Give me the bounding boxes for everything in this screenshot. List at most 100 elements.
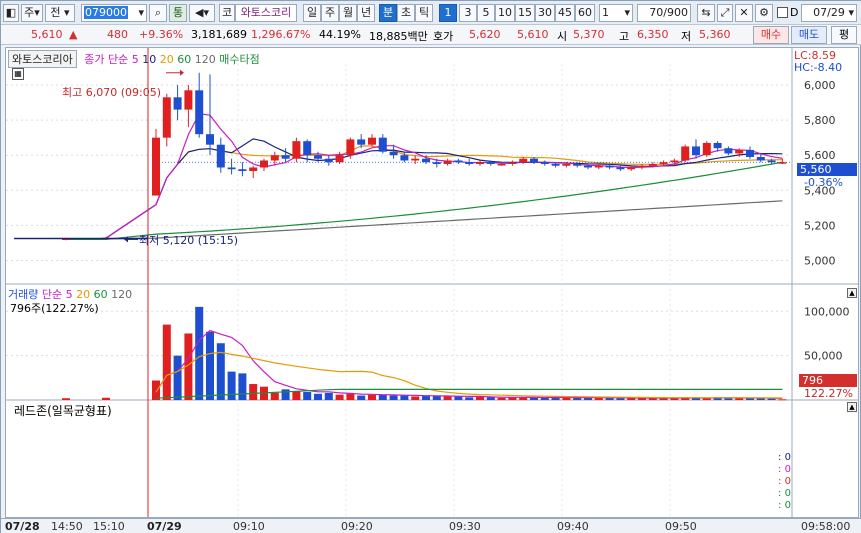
volume-bar [62,398,70,400]
minute-30[interactable]: 30 [535,4,555,22]
period-tick[interactable]: 틱 [415,4,433,22]
sell-button[interactable]: 매도 [791,26,827,44]
chart-canvas[interactable]: 6,0005,8005,6005,4005,2005,000100,00050,… [6,48,858,517]
date-checkbox-label: D [790,6,799,19]
low-price: 5,360 [699,28,731,41]
period-day[interactable]: 일 [303,4,321,22]
volume-bar [173,355,182,400]
x-label-0729: 07/29 [147,520,182,533]
fit-icon[interactable]: ⤢ [717,4,733,22]
candle-body [422,158,430,163]
ma-5-line [105,113,783,239]
candle-body [648,163,657,166]
minute-60[interactable]: 60 [575,4,595,22]
ma-label: 종가 단순 [84,53,129,66]
count-field[interactable]: 70/900 [637,4,691,22]
zoom-icon[interactable]: ⇆ [697,4,715,22]
indicator-value-3-text: 0 [784,476,791,487]
volume-bar [778,399,787,401]
type-select[interactable]: 전 ▾ [45,4,75,22]
indicator-title: 레드존(일목균형표) [14,404,112,418]
candle-body [778,162,787,164]
speaker-icon[interactable]: ◀▾ [189,4,215,22]
volume-ma-120: 120 [111,288,133,301]
stock-code-value: 079000 [84,6,128,19]
bid-price: 5,610 [517,28,549,41]
ma-20-line [105,145,783,239]
volume-bar [486,397,495,400]
ma-10-line [105,138,783,239]
toolbar: ◧ 주▾ 전 ▾ 079000 ▾ ⌕ 통 ◀▾ 코 와토스코리 일 주 월 년 … [1,1,861,25]
panel-toggle-icon[interactable]: ◧ [3,4,19,22]
calendar-icon[interactable]: ▾ [848,5,854,21]
volume-bar [443,396,452,400]
candle-body [152,137,160,196]
low-label: 저 [681,30,692,43]
period-minute[interactable]: 분 [379,4,397,22]
minute-5[interactable]: 5 [477,4,495,22]
gear-icon[interactable]: ⚙ [755,4,773,22]
candle-body [562,163,571,166]
volume-bar [551,397,560,400]
minute-1[interactable]: 1 [439,4,457,22]
code-suffix: 000 [106,6,127,19]
current-price-badge: 5,560 [797,163,857,176]
average-button[interactable]: 평 [831,26,857,44]
date-value: 07/29 [813,6,845,19]
grid-icon[interactable]: ▦ [12,68,24,80]
volume-ratio: 1,296.67% [251,28,311,41]
volume-bar [411,396,420,400]
minute-3[interactable]: 3 [459,4,477,22]
minute-10[interactable]: 10 [495,4,515,22]
period-second[interactable]: 초 [397,4,415,22]
crosshair-icon[interactable]: ✕ [735,4,753,22]
stock-code-input[interactable]: 079000 ▾ [81,4,147,22]
stock-name: 와토스코리 [235,4,297,22]
ma-60-line [66,161,783,240]
price-tick-label: 5,600 [804,149,836,162]
volume-bar [767,398,776,400]
period-week[interactable]: 주 [321,4,339,22]
minute-45[interactable]: 45 [555,4,575,22]
ask-price: 5,620 [469,28,501,41]
indicator-value-3: : 0 [778,476,791,487]
period-year[interactable]: 년 [357,4,375,22]
date-field[interactable]: 07/29 ▾ [801,4,857,22]
price-legend: 와토스코리아 종가 단순 5 10 20 60 120 매수타점 [8,50,260,68]
volume-bar [195,306,204,400]
volume-panel-collapse-icon[interactable]: ▲ [847,288,857,298]
candle-body [713,142,722,149]
quote-bar: 5,610 ▲ 480 +9.36% 3,181,689 1,296.67% 4… [1,25,861,45]
date-checkbox[interactable] [777,7,788,18]
interval-input[interactable]: 1 ▾ [599,4,633,22]
price-tick-label: 5,000 [804,254,836,267]
current-pct-label: -0.36% [804,176,843,189]
candle-body [756,156,765,161]
mode-button[interactable]: 통 [169,4,187,22]
indicator-value-5-text: 0 [784,500,791,511]
x-label-1510: 15:10 [93,520,125,533]
search-icon[interactable]: ⌕ [149,4,167,22]
candle-body [432,162,441,164]
candle-body [638,165,646,168]
code-dropdown-icon[interactable]: ▾ [138,5,144,21]
interval-dropdown-icon[interactable]: ▾ [624,5,630,21]
volume-bar [314,393,322,400]
volume-bar [335,394,344,400]
indicator-panel-collapse-icon[interactable]: ▲ [847,402,857,412]
period-month[interactable]: 월 [339,4,357,22]
minute-15[interactable]: 15 [515,4,535,22]
candle-body [184,90,193,110]
chart-area[interactable]: 6,000 5,800 5,600 5,400 5,200 5,000 100,000 50,… [5,47,859,518]
market-select[interactable]: 주▾ [21,4,43,22]
high-price: 6,350 [637,28,669,41]
buy-button[interactable]: 매수 [753,26,789,44]
candle-body [746,149,754,157]
candle-body [681,146,690,161]
stock-label[interactable]: 와토스코리아 [8,50,77,68]
turnover-rate: 44.19% [319,28,361,41]
candle-body [735,149,744,154]
candle-body [270,155,279,161]
volume-bar [368,394,376,400]
candle-body [519,158,528,163]
